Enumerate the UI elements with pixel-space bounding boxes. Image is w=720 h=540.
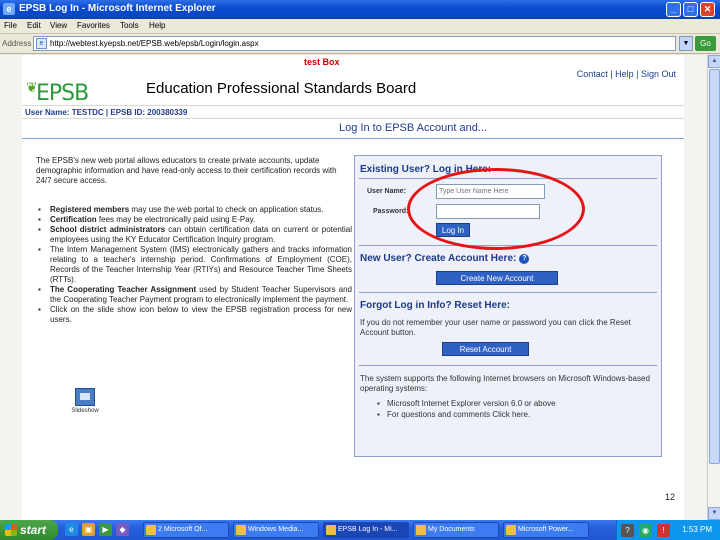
list-item: Microsoft Internet Explorer version 6.0 …: [375, 398, 655, 409]
list-item: Click on the slide show icon below to vi…: [36, 305, 352, 325]
go-button[interactable]: Go: [695, 36, 716, 51]
forgot-title: Forgot Log in Info? Reset Here:: [360, 300, 510, 311]
desktop-quicklaunch-icon[interactable]: ▣: [82, 523, 95, 536]
taskbar-item[interactable]: My Documents: [413, 522, 499, 538]
top-links[interactable]: Contact | Help | Sign Out: [577, 69, 676, 79]
feature-list: Registered members may use the web porta…: [36, 205, 352, 325]
ie-quicklaunch-icon[interactable]: e: [65, 523, 78, 536]
help-tray-icon[interactable]: ?: [621, 524, 634, 537]
logo-text: EPSB: [36, 81, 89, 106]
page-icon: e: [36, 38, 47, 49]
create-account-button[interactable]: Create New Account: [436, 271, 558, 285]
close-button[interactable]: ✕: [700, 2, 715, 17]
list-item: The Cooperating Teacher Assignment used …: [36, 285, 352, 305]
security-tray-icon[interactable]: !: [657, 524, 670, 537]
browser-viewport: test Box Contact | Help | Sign Out ❦ EPS…: [0, 55, 707, 520]
address-dropdown-icon[interactable]: ▼: [679, 36, 693, 51]
system-tray: ? ◉ ! 1:53 PM: [616, 520, 720, 540]
epsb-logo: ❦ EPSB: [26, 77, 116, 106]
window-title-bar: e EPSB Log In - Microsoft Internet Explo…: [0, 0, 720, 19]
menu-tools[interactable]: Tools: [120, 21, 139, 30]
explorer-quicklaunch-icon[interactable]: ◆: [116, 523, 129, 536]
slideshow-button[interactable]: Slideshow: [65, 388, 105, 418]
media-icon: [236, 525, 246, 535]
highlight-circle: [407, 168, 585, 250]
folder-icon: [146, 525, 156, 535]
forgot-text: If you do not remember your user name or…: [360, 318, 631, 337]
user-info-bar: User Name: TESTDC | EPSB ID: 200380339: [22, 105, 684, 119]
taskbar: start e ▣ ▶ ◆ 2 Microsoft Of... Windows …: [0, 520, 720, 540]
list-item: School district administrators can obtai…: [36, 225, 352, 245]
scroll-thumb[interactable]: [709, 69, 720, 464]
menu-file[interactable]: File: [4, 21, 17, 30]
scroll-down-icon[interactable]: ▼: [708, 507, 720, 520]
browser-list: Microsoft Internet Explorer version 6.0 …: [375, 398, 655, 420]
address-url: http://webtest.kyepsb.net/EPSB.web/epsb/…: [50, 39, 259, 48]
menu-view[interactable]: View: [50, 21, 67, 30]
browser-support-text: The system supports the following Intern…: [360, 374, 650, 393]
list-item: Certification fees may be electronically…: [36, 215, 352, 225]
list-item: The Intern Management System (IMS) elect…: [36, 245, 352, 285]
vertical-scrollbar[interactable]: ▲ ▼: [707, 55, 720, 520]
media-quicklaunch-icon[interactable]: ▶: [99, 523, 112, 536]
section-divider: [359, 365, 657, 366]
reset-account-button[interactable]: Reset Account: [442, 342, 529, 356]
window-title: EPSB Log In - Microsoft Internet Explore…: [19, 3, 216, 14]
section-divider: [359, 292, 657, 293]
taskbar-item[interactable]: 2 Microsoft Of...: [143, 522, 229, 538]
ie-icon: [326, 525, 336, 535]
taskbar-item-active[interactable]: EPSB Log In - Mi...: [323, 522, 409, 538]
slideshow-label: Slideshow: [71, 408, 99, 414]
powerpoint-icon: [506, 525, 516, 535]
folder-icon: [416, 525, 426, 535]
taskbar-item[interactable]: Microsoft Power...: [503, 522, 589, 538]
network-tray-icon[interactable]: ◉: [639, 524, 652, 537]
ie-icon: e: [3, 3, 15, 15]
address-input[interactable]: e http://webtest.kyepsb.net/EPSB.web/eps…: [33, 36, 676, 51]
clock: 1:53 PM: [682, 525, 712, 534]
taskbar-item[interactable]: Windows Media...: [233, 522, 319, 538]
heading-divider: [22, 138, 684, 139]
slide-page-number: 12: [665, 492, 676, 502]
test-box-label: test Box: [304, 57, 340, 67]
minimize-button[interactable]: _: [666, 2, 681, 17]
new-user-title: New User? Create Account Here:?: [360, 253, 530, 264]
password-label: Password:: [373, 208, 409, 215]
menu-bar: File Edit View Favorites Tools Help: [0, 19, 720, 34]
menu-favorites[interactable]: Favorites: [77, 21, 110, 30]
list-item[interactable]: For questions and comments Click here.: [375, 409, 655, 420]
maximize-button[interactable]: □: [683, 2, 698, 17]
list-item: Registered members may use the web porta…: [36, 205, 352, 215]
scroll-up-icon[interactable]: ▲: [708, 55, 720, 68]
page-heading: Log In to EPSB Account and...: [339, 122, 487, 134]
board-name: Education Professional Standards Board: [146, 80, 417, 97]
epsb-page: test Box Contact | Help | Sign Out ❦ EPS…: [22, 55, 684, 520]
user-info: User Name: TESTDC | EPSB ID: 200380339: [25, 108, 188, 117]
menu-edit[interactable]: Edit: [27, 21, 41, 30]
menu-help[interactable]: Help: [149, 21, 165, 30]
address-label: Address: [2, 39, 32, 48]
help-icon[interactable]: ?: [519, 254, 530, 264]
slideshow-icon: [75, 388, 95, 406]
start-button[interactable]: start: [0, 520, 58, 540]
username-label: User Name:: [367, 188, 406, 195]
address-bar: Address e http://webtest.kyepsb.net/EPSB…: [0, 34, 720, 54]
intro-text: The EPSB's new web portal allows educato…: [36, 156, 337, 185]
